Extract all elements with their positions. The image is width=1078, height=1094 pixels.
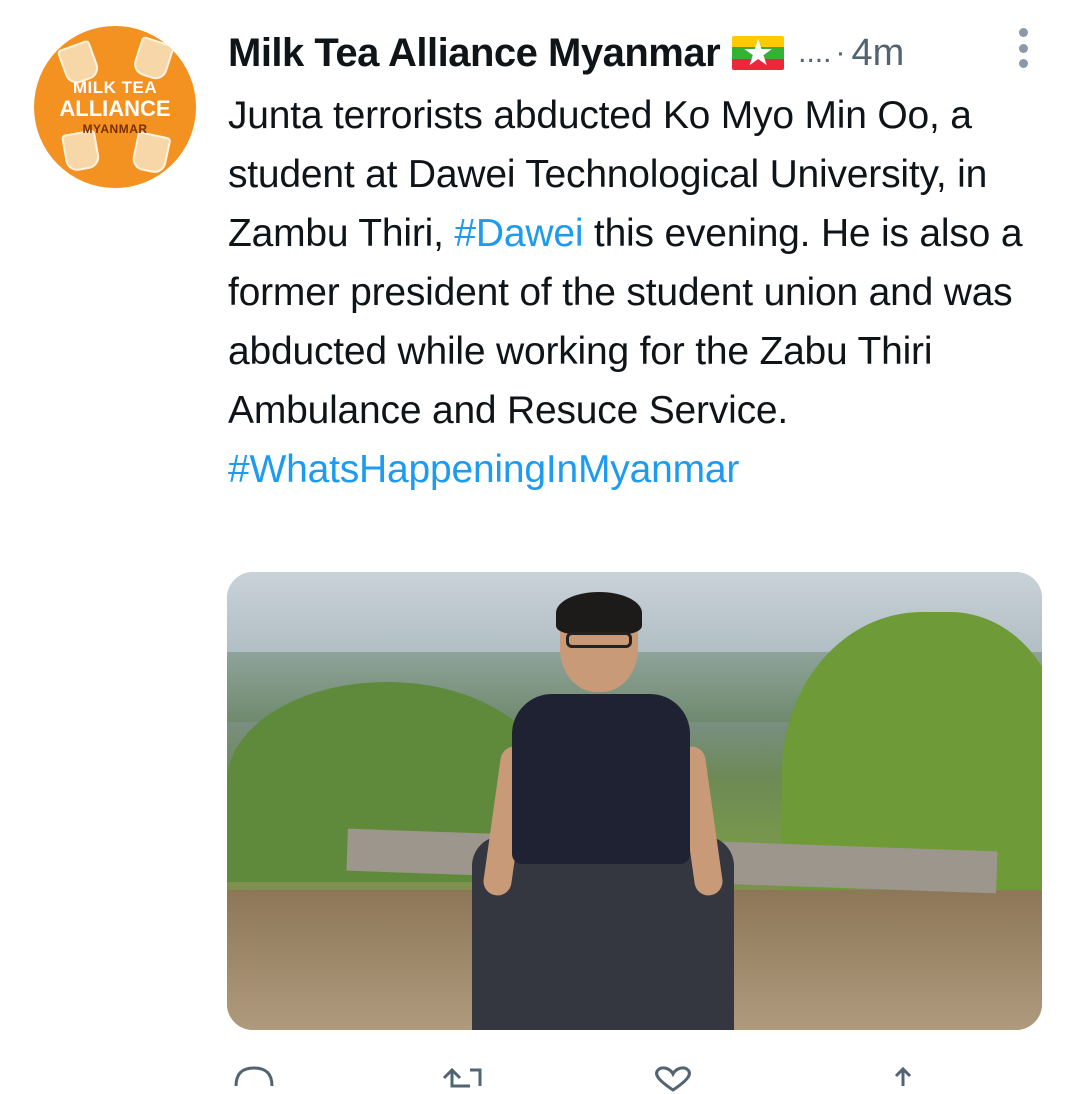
separator-dot: · (835, 36, 846, 69)
avatar-text-line3: MYANMAR (82, 122, 148, 136)
like-icon[interactable] (648, 1064, 698, 1094)
tweet-header: Milk Tea Alliance Myanmar ★ .... · 4m (228, 28, 1028, 78)
author-name[interactable]: Milk Tea Alliance Myanmar (228, 31, 721, 76)
avatar-text-line2: ALLIANCE (59, 96, 171, 121)
hashtag-dawei[interactable]: #Dawei (454, 212, 583, 255)
share-icon[interactable] (888, 1064, 918, 1094)
more-vertical-icon[interactable] (1016, 28, 1030, 68)
reply-icon[interactable] (232, 1064, 276, 1094)
tweet-actions (228, 1064, 928, 1094)
myanmar-flag-icon: ★ (732, 36, 785, 70)
hashtag-whatshappeninginmyanmar[interactable]: #WhatsHappeningInMyanmar (228, 448, 739, 491)
tweet-photo[interactable] (227, 572, 1042, 1030)
tweet-timestamp[interactable]: 4m (851, 32, 904, 75)
retweet-icon[interactable] (440, 1064, 490, 1094)
tweet-text: Junta terrorists abducted Ko Myo Min Oo,… (228, 86, 1048, 499)
avatar[interactable]: MILK TEA ALLIANCE MYANMAR (34, 26, 196, 188)
avatar-text-line1: MILK TEA (72, 78, 158, 97)
tea-cup-icon (130, 130, 172, 176)
tea-cup-icon (130, 35, 176, 83)
handle-ellipsis: .... (798, 36, 832, 69)
